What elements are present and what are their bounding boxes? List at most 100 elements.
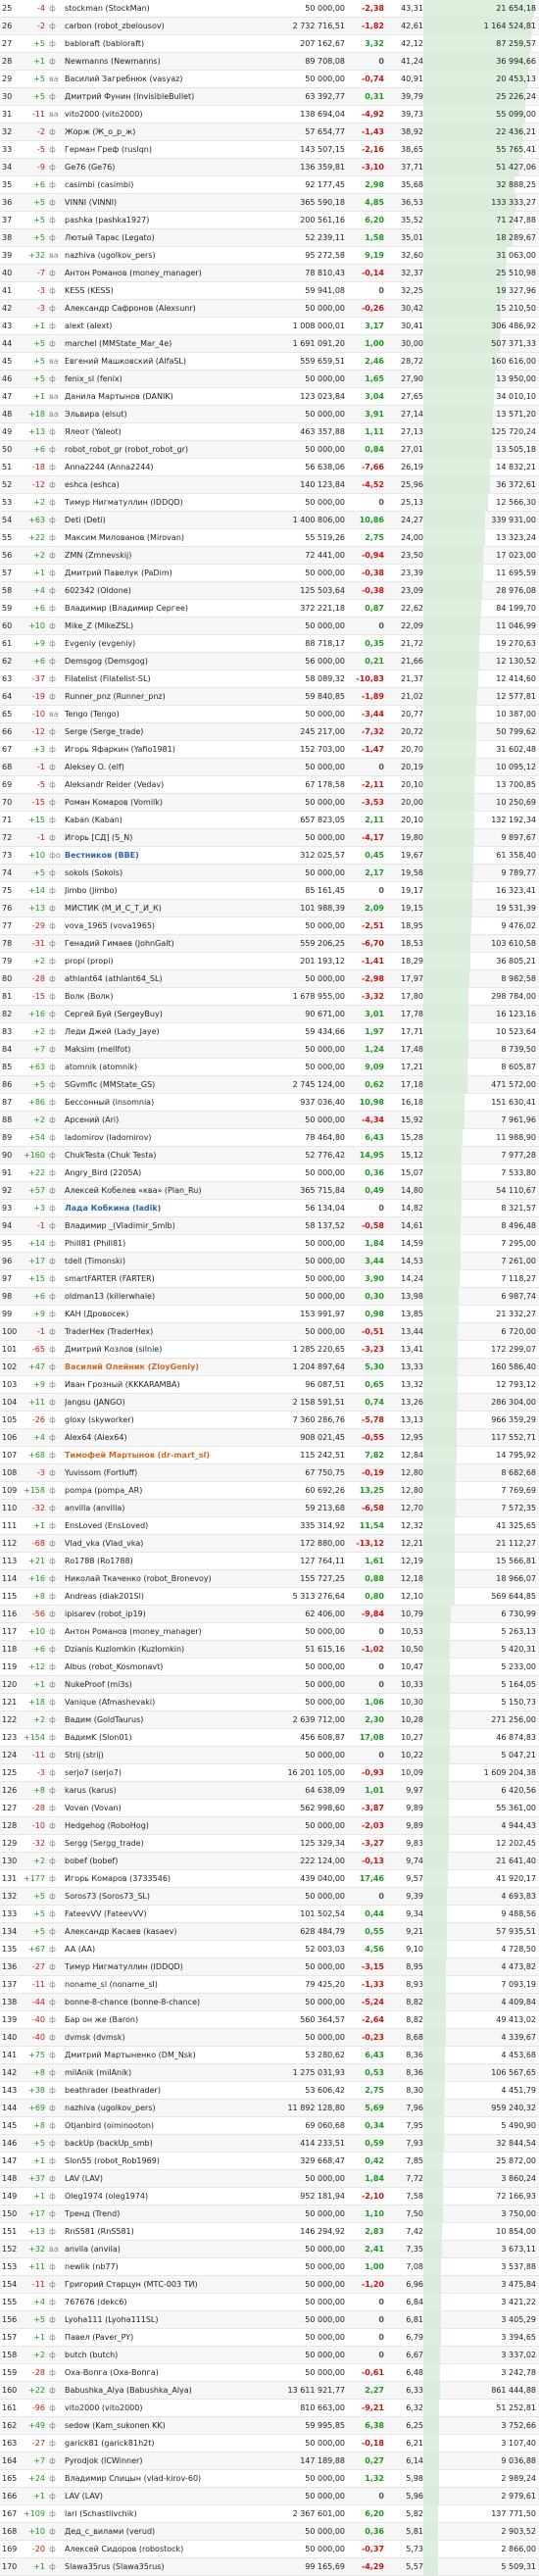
table-row[interactable]: 76 +13 ф МИСТИК (М_И_С_Т_И_К) 101 988,39 2,09…: [0, 900, 539, 917]
participant-name-link[interactable]: Дмитрий Мартыненко (DM_Nsk): [65, 2047, 272, 2064]
participant-name-link[interactable]: tdell (Timonski): [65, 1253, 272, 1270]
table-row[interactable]: 125 -3 ф serjo7 (serjo7) 16 201 105,00 -0,93 1…: [0, 1764, 539, 1782]
table-row[interactable]: 57 +1 ф Дмитрий Павелук (PaDim) 50 000,00 -0,…: [0, 565, 539, 582]
participant-name-link[interactable]: Vanique (Afmashevaki): [65, 1694, 272, 1711]
participant-name-link[interactable]: Тимур Нигматуллин (IDDQD): [65, 494, 272, 512]
table-row[interactable]: 45 +5 ва Евгений Машковский (AlfaSL) 559 659…: [0, 353, 539, 371]
participant-name-link[interactable]: Бессонный (insomnia): [65, 1094, 272, 1112]
participant-name-link[interactable]: Генадий Гимаев (JohnGalt): [65, 935, 272, 953]
table-row[interactable]: 27 +5 ф babloraft (babloraft) 207 162,67 3,32…: [0, 35, 539, 53]
table-row[interactable]: 93 +3 ф Лада Кобкина (ladik) 56 134,04 0 14,82…: [0, 1200, 539, 1217]
participant-name-link[interactable]: Антон Романов (money_manager): [65, 265, 272, 282]
participant-name-link[interactable]: Лада Кобкина (ladik): [65, 1200, 272, 1217]
table-row[interactable]: 120 +1 ф NukeProof (mi3s) 50 000,00 0 10,33 5 1…: [0, 1676, 539, 1694]
participant-name-link[interactable]: Данила Мартынов (DANIK): [65, 388, 272, 406]
table-row[interactable]: 28 +1 ф Newmanns (Newmanns) 89 708,08 0 41,24 3…: [0, 53, 539, 71]
table-row[interactable]: 29 +5 ва Василий Загребнюк (vasyaz) 50 000,0…: [0, 71, 539, 88]
participant-name-link[interactable]: Игорь [СД] (S_N): [65, 829, 272, 847]
table-row[interactable]: 143 +38 ф beathrader (beathrader) 53 606,42 2…: [0, 2082, 539, 2100]
participant-name-link[interactable]: ladomirov (ladomirov): [65, 1129, 272, 1147]
participant-name-link[interactable]: Александр Сафронов (Alexsunr): [65, 300, 272, 318]
table-row[interactable]: 147 +1 ф Slon55 (robot_Rob1969) 329 668,47 0,…: [0, 2153, 539, 2170]
table-row[interactable]: 50 +6 ф robot_robot_gr (robot_robot_gr) 50 0…: [0, 441, 539, 459]
participant-name-link[interactable]: Вестников (BBE): [65, 847, 272, 865]
participant-name-link[interactable]: Игорь Яфаркин (Yafio1981): [65, 741, 272, 759]
table-row[interactable]: 35 +6 ф casimbi (casimbi) 92 177,45 2,98 35,68…: [0, 176, 539, 194]
table-row[interactable]: 31 -11 ва vito2000 (vito2000) 138 694,04 -4,9…: [0, 106, 539, 124]
participant-name-link[interactable]: Aleksey O. (elf): [65, 759, 272, 776]
table-row[interactable]: 62 +6 ф Demsgog (Demsgog) 56 000,00 0,21 21,66…: [0, 653, 539, 670]
table-row[interactable]: 142 +8 ф milAnik (milAnik) 1 275 031,93 0,53 8…: [0, 2064, 539, 2082]
participant-name-link[interactable]: nazhiva (ugolkov_pers): [65, 247, 272, 265]
participant-name-link[interactable]: Vlad_vka (Vlad_vka): [65, 1535, 272, 1553]
participant-name-link[interactable]: Lyoha111 (Lyoha111SL): [65, 2311, 272, 2329]
participant-name-link[interactable]: Otjanbird (oiminooton): [65, 2117, 272, 2135]
participant-name-link[interactable]: Tengo (Tengo): [65, 706, 272, 723]
table-row[interactable]: 160 +22 ф Babushka_Alya (Babushka_Alya) 13 6…: [0, 2382, 539, 2400]
participant-name-link[interactable]: pashka (pashka1927): [65, 212, 272, 229]
table-row[interactable]: 163 -27 ф garick81 (garick81h2t) 50 000,00 -0…: [0, 2435, 539, 2452]
table-row[interactable]: 145 +8 ф Otjanbird (oiminooton) 69 060,68 0,3…: [0, 2117, 539, 2135]
participant-name-link[interactable]: Василий Олейник (ZloyGeniy): [65, 1359, 272, 1376]
participant-name-link[interactable]: Тимур Нигматуллин (IDDQD): [65, 1958, 272, 1976]
participant-name-link[interactable]: Evgeniy (evgeniy): [65, 635, 272, 653]
table-row[interactable]: 112 -68 ф Vlad_vka (Vlad_vka) 172 880,00 -13,…: [0, 1535, 539, 1553]
participant-name-link[interactable]: ipisarev (robot_ip19): [65, 1606, 272, 1623]
table-row[interactable]: 89 +54 ф ladomirov (ladomirov) 78 464,80 6,43…: [0, 1129, 539, 1147]
table-row[interactable]: 140 -40 ф dvmsk (dvmsk) 50 000,00 -0,23 8,68 4 …: [0, 2029, 539, 2047]
table-row[interactable]: 61 +9 ф Evgeniy (evgeniy) 88 718,17 0,35 21,72…: [0, 635, 539, 653]
participant-name-link[interactable]: ZMN (Zmnevskij): [65, 547, 272, 565]
participant-name-link[interactable]: Angry_Bird (2205A): [65, 1164, 272, 1182]
participant-name-link[interactable]: Vovan (Vovan): [65, 1800, 272, 1817]
participant-name-link[interactable]: Slon55 (robot_Rob1969): [65, 2153, 272, 2170]
participant-name-link[interactable]: KESS (KESS): [65, 282, 272, 300]
participant-name-link[interactable]: Albus (robot_Kosmonavt): [65, 1659, 272, 1676]
table-row[interactable]: 138 -44 ф bonne-8-chance (bonne-8-chance) 50…: [0, 1994, 539, 2011]
participant-name-link[interactable]: garick81 (garick81h2t): [65, 2435, 272, 2452]
table-row[interactable]: 157 +1 ф Павел (Paver_PY) 50 000,00 0 6,79 3 39…: [0, 2329, 539, 2347]
participant-name-link[interactable]: Оха-Вопга (Оха-Вопга): [65, 2364, 272, 2382]
table-row[interactable]: 44 +5 ф marchel (MMState_Mar_4e) 1 691 091,2…: [0, 335, 539, 353]
table-row[interactable]: 92 +57 ф Алексей Кобелев «ква» (Plan_Ru) 365…: [0, 1182, 539, 1200]
table-row[interactable]: 135 +67 ф AA (AA) 52 003,03 4,56 9,10 4 728,50: [0, 1941, 539, 1958]
participant-name-link[interactable]: Ялеот (Yaleot): [65, 423, 272, 441]
table-row[interactable]: 150 +17 ф Тренд (Trend) 50 000,00 1,10 7,50 3 7…: [0, 2205, 539, 2223]
table-row[interactable]: 37 +5 ф pashka (pashka1927) 200 561,16 6,20 35…: [0, 212, 539, 229]
table-row[interactable]: 83 +2 ф Леди Джей (Lady_Jaye) 59 434,66 1,97 1…: [0, 1023, 539, 1041]
participant-name-link[interactable]: Дмитрий Павелук (PaDim): [65, 565, 272, 582]
participant-name-link[interactable]: Роман Комаров (Vomilk): [65, 794, 272, 812]
table-row[interactable]: 64 -19 ф Runner_pnz (Runner_pnz) 59 840,85 -1…: [0, 688, 539, 706]
participant-name-link[interactable]: Леди Джей (Lady_Jaye): [65, 1023, 272, 1041]
table-row[interactable]: 25 -4 ф stockman (StockMan) 50 000,00 -2,38 43…: [0, 0, 539, 18]
participant-name-link[interactable]: butch (butch): [65, 2347, 272, 2364]
table-row[interactable]: 158 +2 ф butch (butch) 50 000,00 0 6,67 3 337,0…: [0, 2347, 539, 2364]
participant-name-link[interactable]: Арсений (Ari): [65, 1112, 272, 1129]
table-row[interactable]: 118 +6 ф Dzianis Kuzlomkin (Kuzlomkin) 51 61…: [0, 1641, 539, 1659]
participant-name-link[interactable]: Владимир (Владимир Сергее): [65, 600, 272, 618]
table-row[interactable]: 65 -10 ва Tengo (Tengo) 50 000,00 -3,44 20,77 1…: [0, 706, 539, 723]
table-row[interactable]: 124 -11 ф Strij (strij) 50 000,00 0 10,22 5 047…: [0, 1747, 539, 1764]
participant-name-link[interactable]: Aleksandr Reider (Vedav): [65, 776, 272, 794]
participant-name-link[interactable]: 767676 (dekc6): [65, 2294, 272, 2311]
table-row[interactable]: 151 +13 ф RnS581 (RnS581) 146 294,92 2,83 7,42…: [0, 2223, 539, 2241]
table-row[interactable]: 67 +3 ф Игорь Яфаркин (Yafio1981) 152 703,00…: [0, 741, 539, 759]
participant-name-link[interactable]: Волк (Волк): [65, 988, 272, 1006]
participant-name-link[interactable]: Владимир Спицын (vlad-kirov-60): [65, 2470, 272, 2488]
table-row[interactable]: 105 -26 ф gloxy (skyworker) 7 360 286,76 -5,7…: [0, 1412, 539, 1429]
participant-name-link[interactable]: Тренд (Trend): [65, 2205, 272, 2223]
participant-name-link[interactable]: Jangsu (JANGO): [65, 1394, 272, 1412]
participant-name-link[interactable]: Demsgog (Demsgog): [65, 653, 272, 670]
participant-name-link[interactable]: anvila (anvila): [65, 2241, 272, 2258]
participant-name-link[interactable]: marchel (MMState_Mar_4e): [65, 335, 272, 353]
participant-name-link[interactable]: Mike_Z (MikeZSL): [65, 618, 272, 635]
table-row[interactable]: 30 +5 ф Дмитрий Фунин (InvisibleBullet) 63 3…: [0, 88, 539, 106]
table-row[interactable]: 85 +63 ф atomnik (atomnik) 50 000,00 9,09 17,2…: [0, 1059, 539, 1076]
participant-name-link[interactable]: Лютый Тарас (Legato): [65, 229, 272, 247]
participant-name-link[interactable]: propi (propi): [65, 953, 272, 970]
participant-name-link[interactable]: Ge76 (Ge76): [65, 159, 272, 176]
table-row[interactable]: 116 -56 ф ipisarev (robot_ip19) 62 406,00 -9,…: [0, 1606, 539, 1623]
table-row[interactable]: 169 -20 ф Алексей Сидоров (robostock) 50 000…: [0, 2541, 539, 2558]
table-row[interactable]: 33 -5 ф Герман Греф (ruslqn) 143 507,15 -2,16…: [0, 141, 539, 159]
participant-name-link[interactable]: Иван Грозный (KKKARAMBA): [65, 1376, 272, 1394]
table-row[interactable]: 168 +10 ф Дед_с_вилами (verud) 50 000,00 0,36…: [0, 2523, 539, 2541]
